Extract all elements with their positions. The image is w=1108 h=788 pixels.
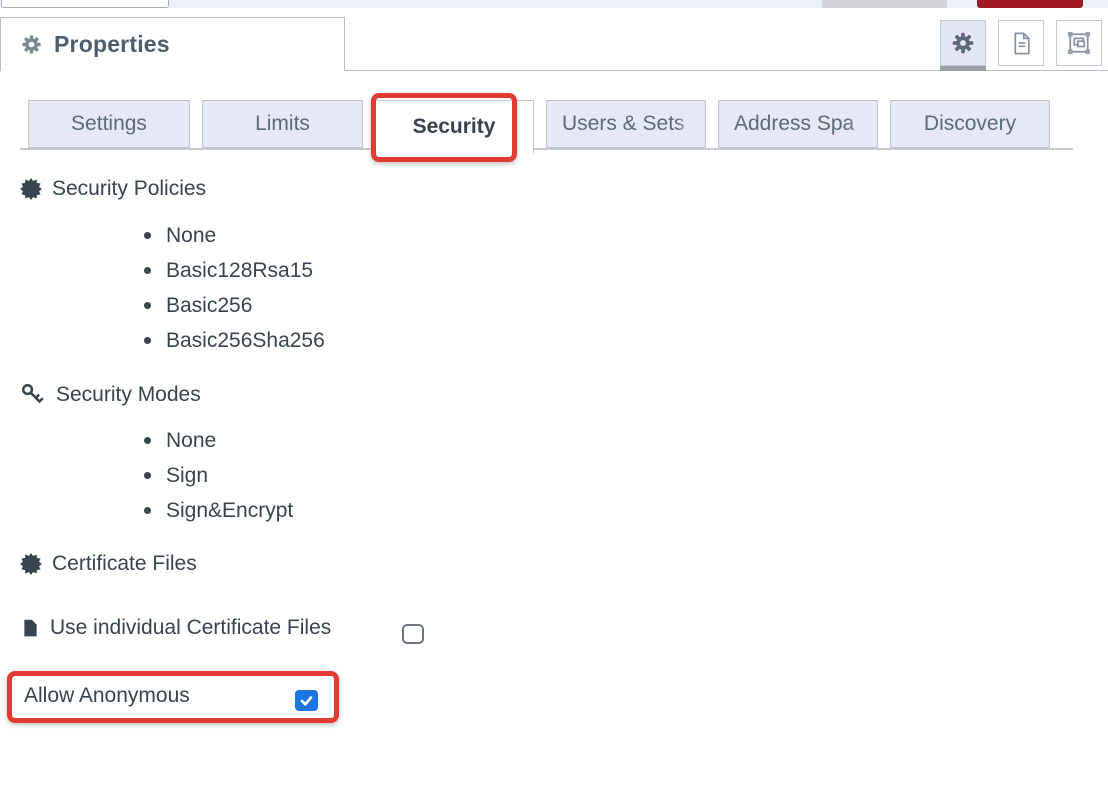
properties-view-button[interactable]	[940, 20, 986, 66]
list-item: Basic256Sha256	[144, 323, 325, 358]
bullet-dot	[144, 437, 151, 444]
cutoff-gray-button[interactable]	[822, 0, 947, 8]
list-item: None	[144, 218, 325, 253]
tab-discovery[interactable]: Discovery	[890, 100, 1050, 148]
bullet-dot	[144, 302, 151, 309]
tab-underline	[20, 148, 1073, 150]
tab-security[interactable]: Security	[374, 100, 534, 153]
allow-anonymous-checkbox[interactable]	[295, 690, 318, 711]
cutoff-input-field[interactable]	[1, 0, 169, 8]
document-view-button[interactable]	[998, 20, 1044, 66]
allow-anonymous-label: Allow Anonymous	[24, 682, 190, 709]
cutoff-red-button[interactable]	[977, 0, 1083, 8]
tab-settings[interactable]: Settings	[28, 100, 190, 148]
list-item: None	[144, 423, 293, 458]
tab-text-fade	[848, 102, 876, 146]
tab-users-settings[interactable]: Users & Sets	[546, 100, 706, 148]
file-icon	[20, 618, 41, 639]
properties-panel: Properties	[0, 0, 1108, 788]
security-policies-heading: Security Policies	[20, 177, 206, 201]
tab-limits[interactable]: Limits	[202, 100, 363, 148]
checkmark-icon	[299, 693, 314, 708]
certificate-seal-icon	[20, 553, 42, 575]
page-title: Properties	[54, 31, 170, 58]
gear-icon	[20, 33, 43, 56]
bullet-dot	[144, 507, 151, 514]
bullet-dot	[144, 232, 151, 239]
security-policies-list: None Basic128Rsa15 Basic256 Basic256Sha2…	[144, 218, 325, 358]
document-icon	[1008, 30, 1035, 57]
individual-certificate-files-row: Use individual Certificate Files	[20, 616, 331, 640]
certificate-seal-icon	[20, 178, 42, 200]
header-divider	[345, 70, 1108, 71]
security-modes-list: None Sign Sign&Encrypt	[144, 423, 293, 528]
gear-icon	[950, 30, 976, 56]
security-modes-heading: Security Modes	[20, 382, 201, 408]
list-item: Sign	[144, 458, 293, 493]
list-item: Sign&Encrypt	[144, 493, 293, 528]
tab-text-fade	[676, 102, 704, 146]
list-item: Basic128Rsa15	[144, 253, 325, 288]
key-icon	[20, 382, 46, 408]
tab-address-space[interactable]: Address Spa	[718, 100, 878, 148]
selection-frame-button[interactable]	[1056, 20, 1102, 66]
list-item: Basic256	[144, 288, 325, 323]
properties-header-tab[interactable]: Properties	[0, 17, 345, 71]
active-tool-indicator	[940, 66, 986, 71]
bullet-dot	[144, 337, 151, 344]
bullet-dot	[144, 472, 151, 479]
selection-frame-icon	[1065, 29, 1093, 57]
certificate-files-heading: Certificate Files	[20, 552, 197, 576]
header: Properties	[0, 8, 1108, 71]
tab-bar: Settings Limits Security Users & Sets Ad…	[0, 100, 1108, 160]
top-cutoff-strip	[0, 0, 1108, 8]
bullet-dot	[144, 267, 151, 274]
individual-certificate-files-checkbox[interactable]	[402, 624, 424, 644]
